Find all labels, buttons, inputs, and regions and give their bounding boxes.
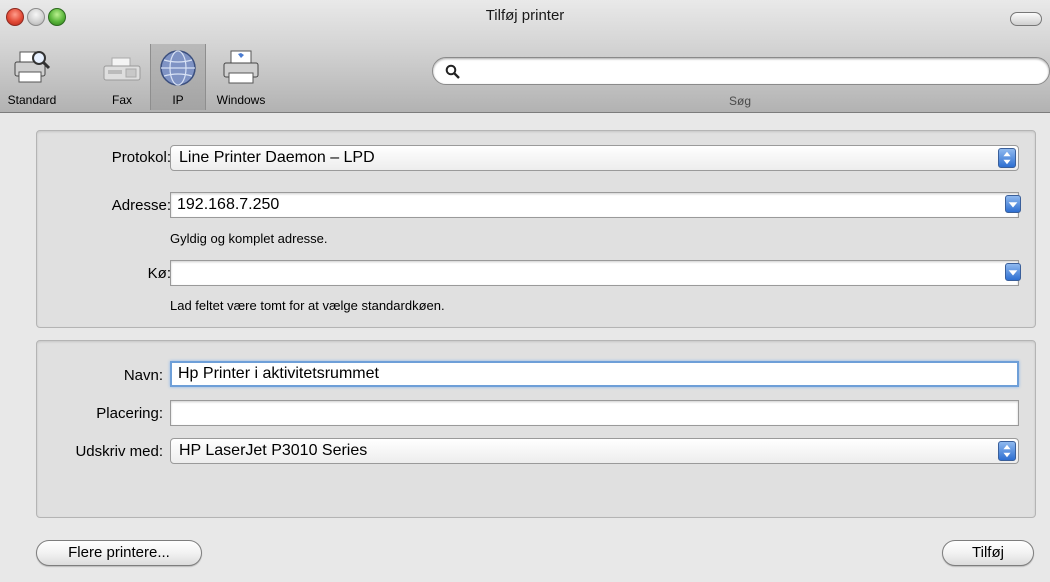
- address-history-button[interactable]: [1005, 195, 1021, 213]
- printer-magnifier-icon: [14, 51, 51, 83]
- queue-input[interactable]: [170, 260, 1019, 286]
- toolbar-standard[interactable]: Standard: [0, 44, 64, 110]
- protocol-value: Line Printer Daemon – LPD: [179, 149, 375, 166]
- search-input[interactable]: [463, 60, 1027, 82]
- driver-label: Udskriv med:: [75, 443, 163, 460]
- driver-popup[interactable]: HP LaserJet P3010 Series: [170, 438, 1019, 464]
- name-label: Navn:: [123, 367, 163, 384]
- fax-icon: [103, 57, 141, 81]
- search-icon: [445, 64, 460, 79]
- connection-settings-group: Protokol: Line Printer Daemon – LPD Adre…: [36, 130, 1036, 328]
- toolbar-standard-label: Standard: [7, 93, 57, 107]
- protocol-popup[interactable]: Line Printer Daemon – LPD: [170, 145, 1019, 171]
- printer-name-input[interactable]: [170, 361, 1019, 387]
- location-input[interactable]: [170, 400, 1019, 426]
- address-label: Adresse:: [111, 197, 171, 214]
- window-title: Tilføj printer: [485, 7, 565, 24]
- add-printer-window: Tilføj printer Standard Fax IP Windows S…: [0, 0, 1050, 582]
- address-hint: Gyldig og komplet adresse.: [170, 231, 328, 246]
- protocol-label: Protokol:: [111, 149, 171, 166]
- toolbar-toggle-button[interactable]: [1010, 12, 1042, 26]
- toolbar-fax[interactable]: Fax: [96, 44, 148, 110]
- add-button[interactable]: Tilføj: [942, 540, 1034, 566]
- queue-label: Kø:: [147, 265, 171, 282]
- search-field[interactable]: [432, 57, 1050, 85]
- location-label: Placering:: [96, 405, 163, 422]
- toolbar-fax-label: Fax: [111, 93, 132, 107]
- popup-arrows-icon: [998, 441, 1016, 461]
- queue-hint: Lad feltet være tomt for at vælge standa…: [170, 298, 445, 313]
- driver-value: HP LaserJet P3010 Series: [179, 442, 368, 459]
- globe-icon: [160, 50, 196, 86]
- window-toolbar: Tilføj printer Standard Fax IP Windows S…: [0, 0, 1050, 113]
- toolbar-ip-label: IP: [172, 93, 184, 107]
- toolbar-windows-label: Windows: [216, 93, 266, 107]
- toolbar-windows[interactable]: Windows: [206, 44, 276, 110]
- chevron-down-icon: [1008, 270, 1018, 276]
- windows-printer-icon: [223, 50, 259, 84]
- queue-history-button[interactable]: [1005, 263, 1021, 281]
- toolbar-ip[interactable]: IP: [150, 44, 206, 110]
- chevron-down-icon: [1008, 202, 1018, 208]
- address-input[interactable]: [170, 192, 1019, 218]
- printer-details-group: Navn: Placering: Udskriv med: HP LaserJe…: [36, 340, 1036, 518]
- popup-arrows-icon: [998, 148, 1016, 168]
- search-label: Søg: [728, 94, 751, 108]
- more-printers-button[interactable]: Flere printere...: [36, 540, 202, 566]
